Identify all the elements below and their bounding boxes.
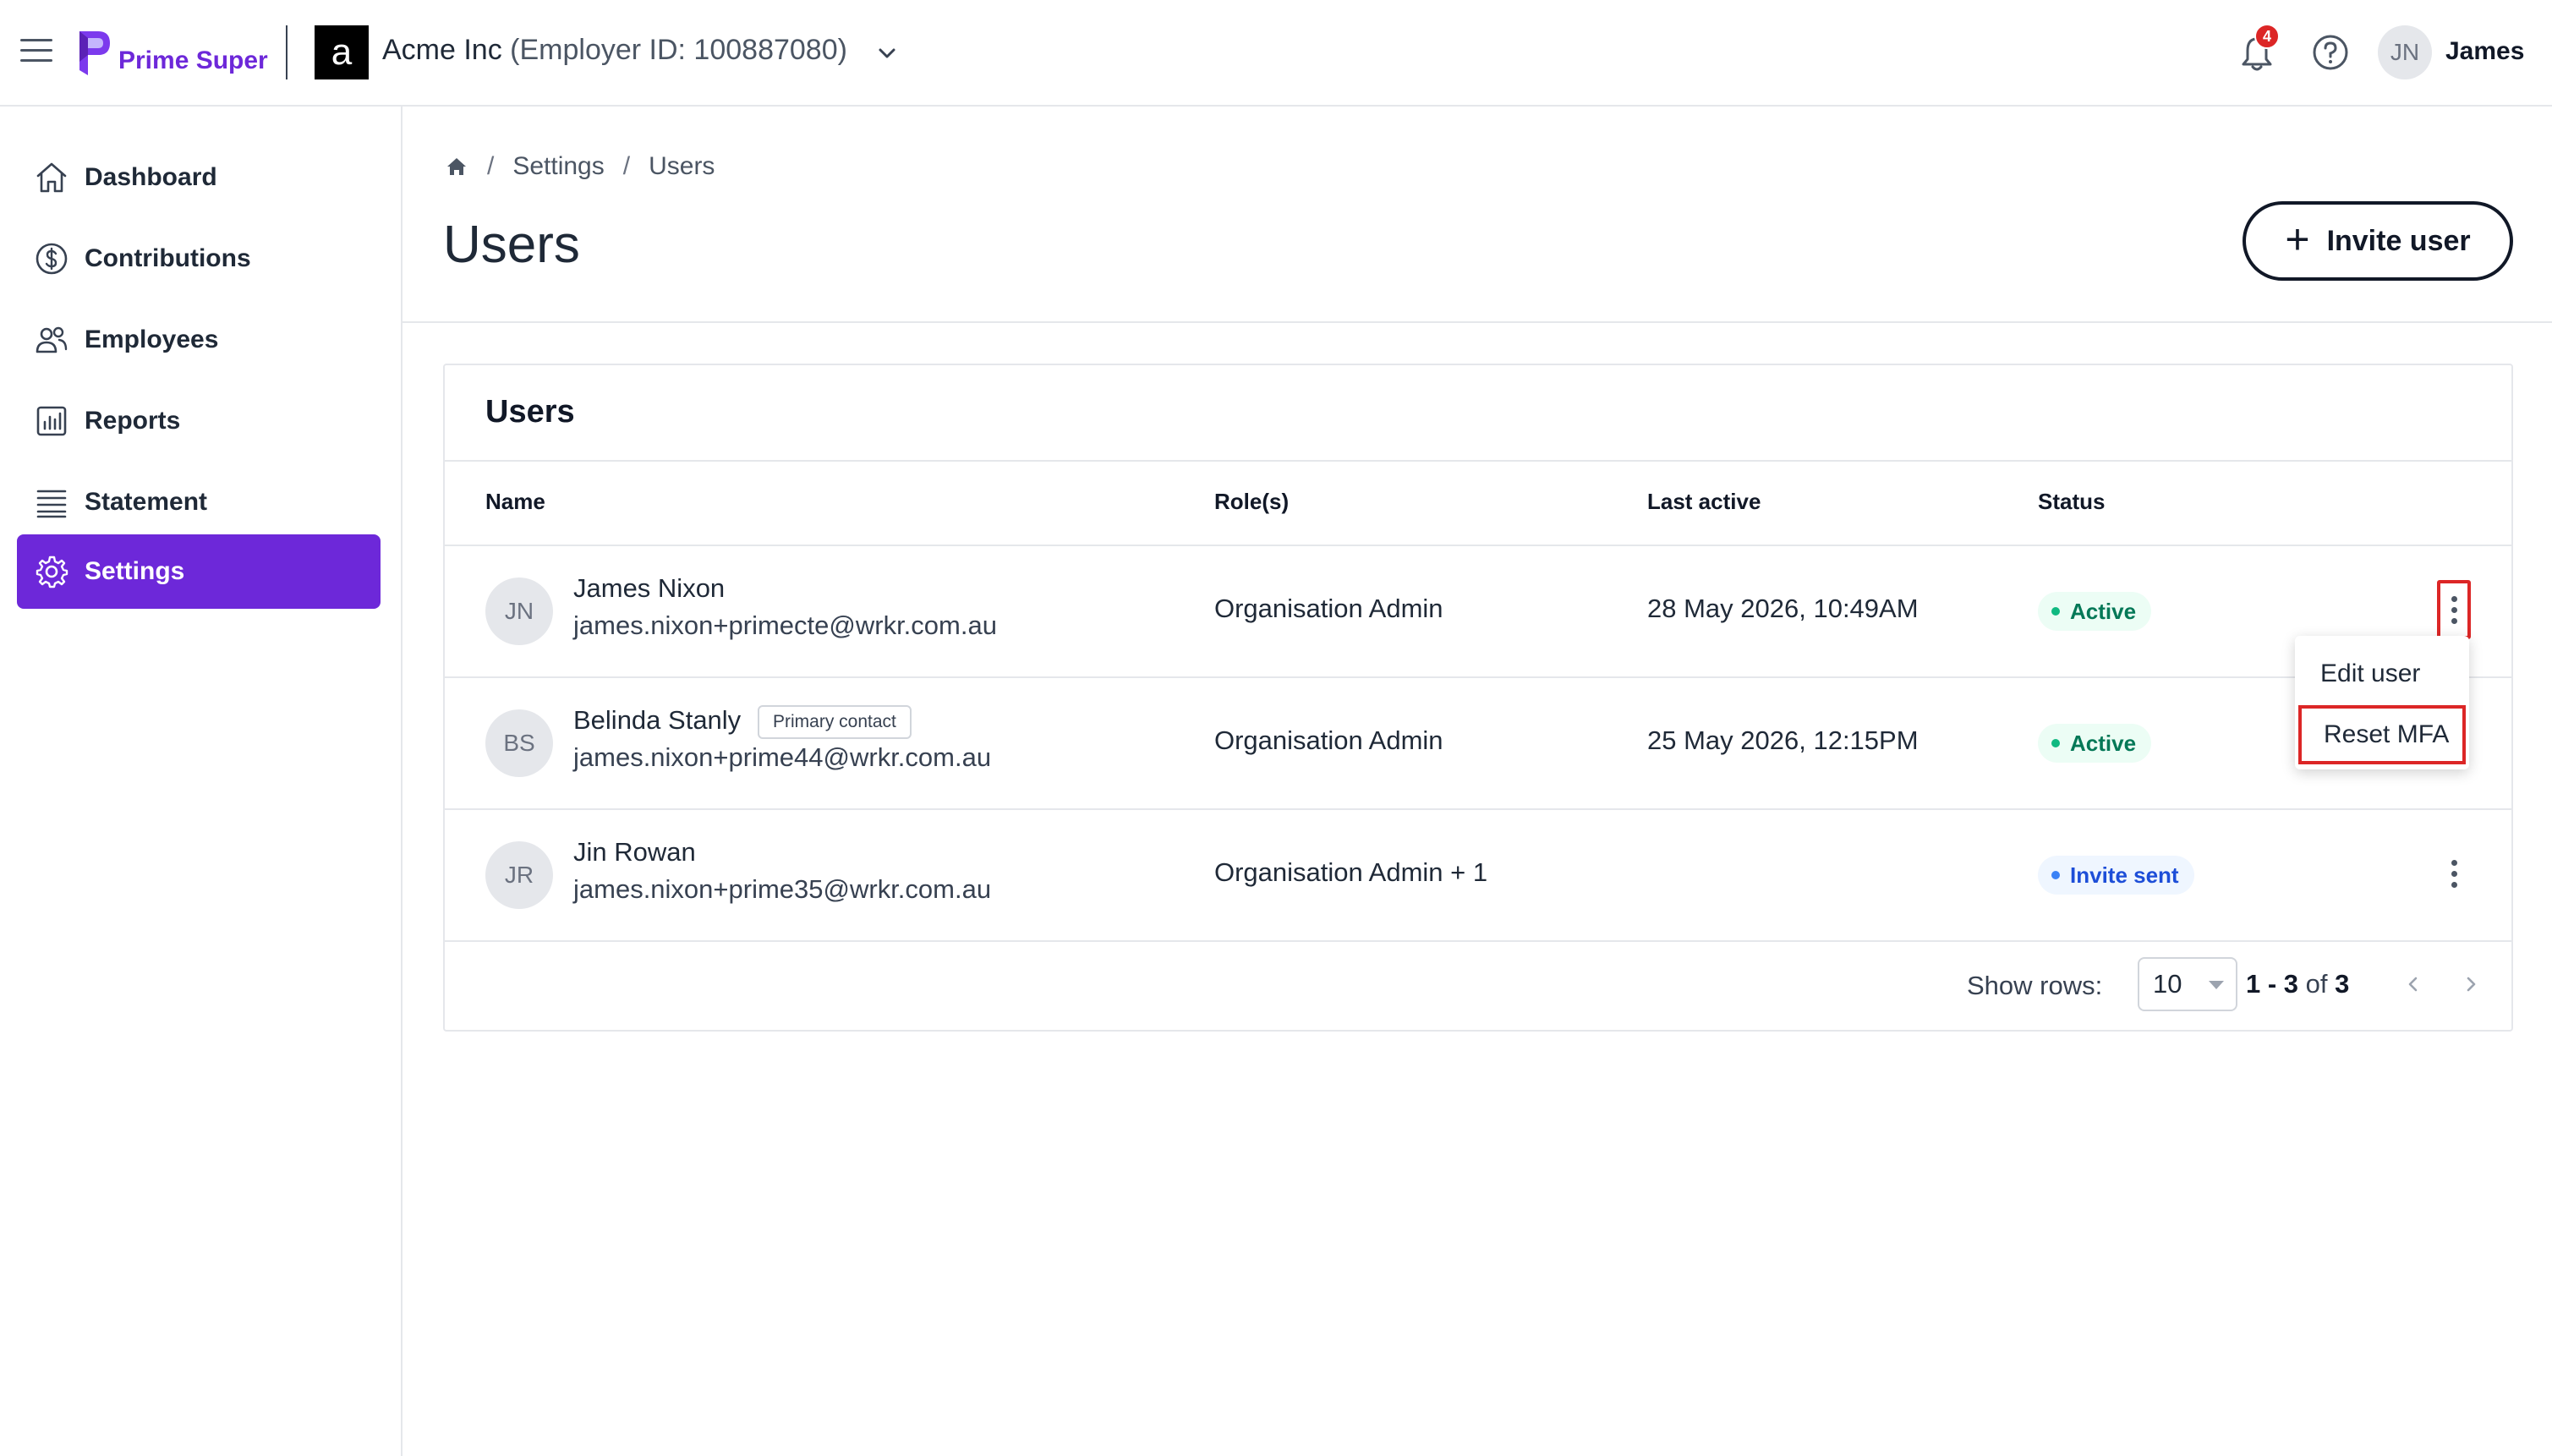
more-actions-button[interactable] xyxy=(2437,580,2471,639)
sidebar-item-label: Statement xyxy=(85,488,208,516)
user-email: james.nixon+primecte@wrkr.com.au xyxy=(573,610,997,640)
hamburger-menu-icon[interactable] xyxy=(20,39,52,64)
prime-super-logo-icon xyxy=(79,31,110,75)
table-row: BS Belinda Stanly Primary contact james.… xyxy=(445,678,2511,808)
status-label: Invite sent xyxy=(2070,862,2179,888)
pagination-range: 1 - 3 of 3 xyxy=(2246,969,2349,999)
avatar: BS xyxy=(485,709,553,777)
user-email: james.nixon+prime35@wrkr.com.au xyxy=(573,874,992,904)
column-header-status: Status xyxy=(2038,489,2106,514)
logo-text: Prime Super xyxy=(118,47,268,74)
user-name: James Nixon xyxy=(573,573,726,603)
org-selector[interactable]: Acme Inc (Employer ID: 100887080) xyxy=(382,34,847,67)
home-icon[interactable] xyxy=(445,155,468,178)
avatar: JR xyxy=(485,841,553,909)
header-divider xyxy=(403,321,2552,323)
invite-user-label: Invite user xyxy=(2326,224,2471,257)
next-page-button[interactable] xyxy=(2452,966,2489,1003)
user-name[interactable]: James xyxy=(2445,37,2524,66)
user-name: Belinda Stanly xyxy=(573,705,742,735)
chevron-left-icon xyxy=(2408,977,2418,992)
breadcrumb-settings[interactable]: Settings xyxy=(512,152,604,181)
sidebar-item-label: Settings xyxy=(85,557,185,585)
user-role: Organisation Admin xyxy=(1214,725,1443,755)
gear-icon xyxy=(36,556,68,588)
divider xyxy=(445,460,2511,462)
plus-icon: + xyxy=(2285,216,2310,263)
menu-item-reset-mfa[interactable]: Reset MFA xyxy=(2298,705,2466,764)
org-name: Acme Inc xyxy=(382,34,502,66)
bar-chart-icon xyxy=(36,406,67,436)
card-title: Users xyxy=(485,394,575,430)
prime-super-logo[interactable]: Prime Super xyxy=(76,24,268,83)
user-role: Organisation Admin xyxy=(1214,594,1443,623)
sidebar-item-label: Dashboard xyxy=(85,163,217,191)
top-bar: Prime Super a Acme Inc (Employer ID: 100… xyxy=(0,0,2552,107)
sidebar-item-statement[interactable]: Statement xyxy=(17,465,381,539)
invite-user-button[interactable]: + Invite user xyxy=(2243,201,2513,281)
page-title: Users xyxy=(443,216,580,274)
org-avatar: a xyxy=(315,25,369,79)
breadcrumb-users: Users xyxy=(649,152,715,180)
sidebar-item-employees[interactable]: Employees xyxy=(17,303,381,377)
user-role: Organisation Admin + 1 xyxy=(1214,857,1488,887)
rows-per-page-select[interactable]: 10 xyxy=(2138,957,2237,1011)
sidebar-item-dashboard[interactable]: Dashboard xyxy=(17,140,381,215)
table-row: JR Jin Rowan james.nixon+prime35@wrkr.co… xyxy=(445,810,2511,940)
employer-id: (Employer ID: 100887080) xyxy=(510,34,847,66)
status-dot xyxy=(2051,607,2060,616)
range-total: 3 xyxy=(2335,969,2350,999)
sidebar-item-settings[interactable]: Settings xyxy=(17,534,381,609)
sidebar-item-reports[interactable]: Reports xyxy=(17,384,381,458)
sidebar-item-label: Contributions xyxy=(85,244,251,272)
menu-item-edit-user[interactable]: Edit user xyxy=(2295,644,2469,703)
breadcrumb-separator: / xyxy=(487,152,495,180)
row-actions-menu: Edit user Reset MFA xyxy=(2295,636,2469,769)
chevron-down-icon[interactable] xyxy=(874,41,900,66)
status-badge: Invite sent xyxy=(2038,856,2194,895)
status-badge: Active xyxy=(2038,724,2152,763)
help-icon[interactable] xyxy=(2312,34,2349,71)
sidebar-item-label: Reports xyxy=(85,407,181,435)
status-dot xyxy=(2051,871,2060,879)
user-email: james.nixon+prime44@wrkr.com.au xyxy=(573,742,992,772)
status-badge: Active xyxy=(2038,592,2152,631)
column-header-name: Name xyxy=(485,489,545,514)
header-divider xyxy=(286,25,288,79)
sidebar-item-contributions[interactable]: Contributions xyxy=(17,222,381,296)
avatar: JN xyxy=(485,577,553,645)
last-active: 25 May 2026, 12:15PM xyxy=(1647,725,1919,755)
status-dot xyxy=(2051,739,2060,747)
breadcrumb: / Settings / Users xyxy=(445,152,715,181)
dollar-circle-icon xyxy=(36,243,68,275)
chevron-right-icon xyxy=(2467,977,2476,992)
notification-count-badge: 4 xyxy=(2254,24,2280,49)
range-start-end: 1 - 3 xyxy=(2246,969,2299,999)
list-icon xyxy=(36,490,67,518)
status-label: Active xyxy=(2070,730,2137,756)
last-active: 28 May 2026, 10:49AM xyxy=(1647,594,1919,623)
user-avatar[interactable]: JN xyxy=(2378,25,2432,79)
rows-per-page-value: 10 xyxy=(2153,969,2182,999)
column-header-last-active: Last active xyxy=(1647,489,1761,514)
sidebar: Dashboard Contributions Employees Report… xyxy=(0,107,403,1456)
users-card: Users Name Role(s) Last active Status JN… xyxy=(443,364,2513,1032)
users-icon xyxy=(36,326,68,353)
home-icon xyxy=(36,162,67,193)
divider xyxy=(445,940,2511,942)
table-row: JN James Nixon james.nixon+primecte@wrkr… xyxy=(445,546,2511,676)
more-actions-button[interactable] xyxy=(2437,844,2471,903)
caret-down-icon xyxy=(2209,981,2224,989)
sidebar-item-label: Employees xyxy=(85,326,219,353)
column-header-roles: Role(s) xyxy=(1214,489,1290,514)
breadcrumb-separator: / xyxy=(622,152,631,180)
previous-page-button[interactable] xyxy=(2395,966,2432,1003)
user-name: Jin Rowan xyxy=(573,837,696,867)
status-label: Active xyxy=(2070,598,2137,624)
range-of: of xyxy=(2305,969,2328,999)
show-rows-label: Show rows: xyxy=(1967,971,2103,1000)
primary-contact-badge: Primary contact xyxy=(758,705,912,739)
